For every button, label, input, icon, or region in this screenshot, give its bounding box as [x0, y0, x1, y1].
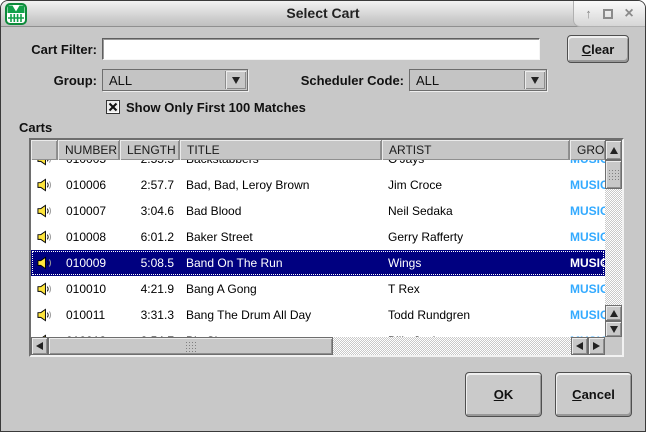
cart-length: 5:08.5: [120, 256, 180, 270]
carts-table: NUMBER LENGTH TITLE ARTIST GROUP 010005 …: [29, 138, 624, 357]
scroll-right-button[interactable]: [588, 337, 605, 355]
select-cart-dialog: Select Cart ↑ × Cart Filter: Clear Group…: [0, 0, 646, 432]
speaker-icon: [31, 160, 58, 166]
cart-artist: Wings: [382, 256, 570, 270]
table-row[interactable]: 010010 4:21.9 Bang A Gong T Rex MUSIC: [31, 276, 605, 302]
cart-length: 2:57.7: [120, 178, 180, 192]
cart-number: 010007: [58, 204, 120, 218]
horizontal-scroll-thumb[interactable]: [48, 337, 333, 355]
scroll-up-button[interactable]: [605, 140, 622, 160]
cart-filter-label: Cart Filter:: [19, 42, 97, 57]
cart-group: MUSIC: [570, 282, 605, 296]
cart-title: Bang The Drum All Day: [180, 308, 382, 322]
scrollbar-corner: [605, 337, 622, 355]
maximize-button[interactable]: [603, 9, 613, 19]
table-row[interactable]: 010012 2:54.7 Big Shot Billy Joel MUSIC: [31, 328, 605, 337]
cart-group: MUSIC: [570, 160, 605, 166]
cart-number: 010008: [58, 230, 120, 244]
window-title: Select Cart: [1, 5, 645, 21]
cart-title: Band On The Run: [180, 256, 382, 270]
speaker-icon: [31, 256, 58, 270]
chevron-down-icon[interactable]: [225, 71, 246, 89]
table-row[interactable]: 010009 5:08.5 Band On The Run Wings MUSI…: [31, 250, 605, 276]
vertical-scroll-thumb[interactable]: [605, 160, 622, 189]
window-controls: ↑ ×: [573, 1, 645, 27]
cart-group: MUSIC: [570, 178, 605, 192]
table-row[interactable]: 010005 2:55.5 Backstabbers O'Jays MUSIC: [31, 160, 605, 172]
checkbox-x-icon: [108, 102, 118, 112]
vertical-scrollbar: [605, 140, 622, 337]
cart-title: Baker Street: [180, 230, 382, 244]
header-length[interactable]: LENGTH: [120, 140, 180, 160]
scroll-down-button[interactable]: [605, 321, 622, 337]
group-combobox[interactable]: ALL: [102, 69, 248, 91]
chevron-down-icon[interactable]: [524, 71, 545, 89]
cart-group: MUSIC: [570, 308, 605, 322]
cart-artist: Gerry Rafferty: [382, 230, 570, 244]
cart-title: Backstabbers: [180, 160, 382, 166]
table-row[interactable]: 010007 3:04.6 Bad Blood Neil Sedaka MUSI…: [31, 198, 605, 224]
cart-group: MUSIC: [570, 256, 605, 270]
scheduler-code-combobox[interactable]: ALL: [409, 69, 547, 91]
table-row[interactable]: 010008 6:01.2 Baker Street Gerry Raffert…: [31, 224, 605, 250]
clear-button[interactable]: Clear: [567, 35, 629, 63]
shade-button[interactable]: ↑: [585, 7, 592, 20]
header-group[interactable]: GROUP: [570, 140, 605, 160]
cart-artist: Neil Sedaka: [382, 204, 570, 218]
scroll-left-button-right[interactable]: [571, 337, 588, 355]
speaker-icon: [31, 178, 58, 192]
cart-title: Bad Blood: [180, 204, 382, 218]
table-header: NUMBER LENGTH TITLE ARTIST GROUP: [31, 140, 605, 160]
carts-label: Carts: [19, 120, 52, 135]
cart-number: 010009: [58, 256, 120, 270]
cart-length: 3:31.3: [120, 308, 180, 322]
cart-length: 4:21.9: [120, 282, 180, 296]
speaker-icon: [31, 282, 58, 296]
speaker-icon: [31, 308, 58, 322]
speaker-icon: [31, 230, 58, 244]
cart-filter-input[interactable]: [102, 38, 540, 60]
table-row[interactable]: 010011 3:31.3 Bang The Drum All Day Todd…: [31, 302, 605, 328]
header-title[interactable]: TITLE: [180, 140, 382, 160]
cancel-button[interactable]: Cancel: [555, 372, 632, 417]
cart-length: 3:04.6: [120, 204, 180, 218]
group-label: Group:: [19, 73, 97, 88]
cart-title: Bang A Gong: [180, 282, 382, 296]
limit-matches-label: Show Only First 100 Matches: [126, 100, 306, 115]
ok-button[interactable]: OK: [465, 372, 542, 417]
header-number[interactable]: NUMBER: [58, 140, 120, 160]
cart-number: 010011: [58, 308, 120, 322]
group-value: ALL: [109, 73, 132, 88]
header-icon-column[interactable]: [31, 140, 58, 160]
cart-artist: Jim Croce: [382, 178, 570, 192]
table-row[interactable]: 010006 2:57.7 Bad, Bad, Leroy Brown Jim …: [31, 172, 605, 198]
scheduler-code-value: ALL: [416, 73, 439, 88]
horizontal-scroll-track[interactable]: [333, 337, 571, 355]
close-button[interactable]: ×: [624, 6, 633, 22]
cart-length: 6:01.2: [120, 230, 180, 244]
cart-number: 010005: [58, 160, 120, 166]
cart-length: 2:55.5: [120, 160, 180, 166]
cart-group: MUSIC: [570, 204, 605, 218]
cart-artist: T Rex: [382, 282, 570, 296]
cart-number: 010006: [58, 178, 120, 192]
scroll-up-button-bottom[interactable]: [605, 305, 622, 321]
vertical-scroll-track[interactable]: [605, 189, 622, 305]
cart-number: 010010: [58, 282, 120, 296]
speaker-icon: [31, 204, 58, 218]
limit-matches-checkbox[interactable]: [106, 100, 120, 114]
horizontal-scrollbar: [31, 337, 605, 355]
cart-title: Bad, Bad, Leroy Brown: [180, 178, 382, 192]
cart-artist: O'Jays: [382, 160, 570, 166]
cart-artist: Todd Rundgren: [382, 308, 570, 322]
scroll-left-button[interactable]: [31, 337, 48, 355]
table-rows: 010005 2:55.5 Backstabbers O'Jays MUSIC …: [31, 160, 605, 337]
scheduler-code-label: Scheduler Code:: [279, 73, 404, 88]
cart-group: MUSIC: [570, 230, 605, 244]
titlebar[interactable]: Select Cart ↑ ×: [1, 1, 645, 27]
header-artist[interactable]: ARTIST: [382, 140, 570, 160]
